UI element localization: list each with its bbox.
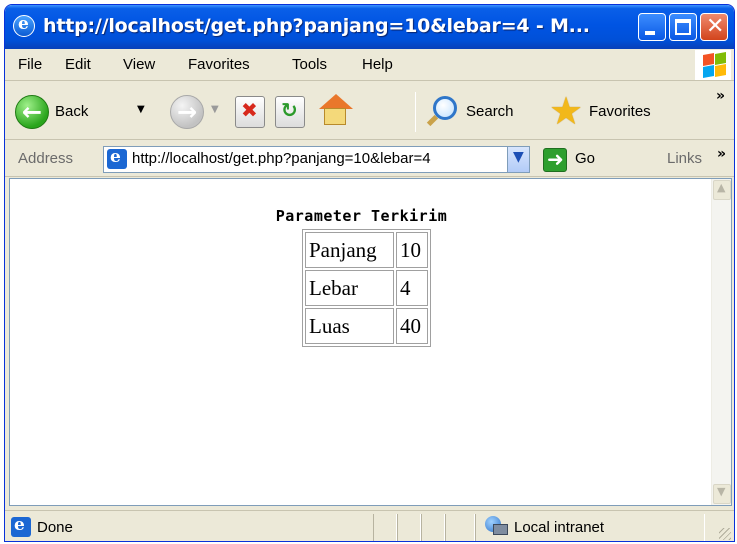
table-cell-value: 40 xyxy=(396,308,428,344)
table-row: Panjang 10 xyxy=(305,232,428,268)
scroll-down-button[interactable]: ▼ xyxy=(713,484,731,504)
status-pane xyxy=(445,514,475,541)
status-bar: e Done Local intranet xyxy=(5,510,734,541)
status-pane xyxy=(373,514,397,541)
go-arrow-icon: ➜ xyxy=(547,147,564,171)
stop-icon: ✖ xyxy=(241,98,258,122)
minimize-icon xyxy=(645,31,655,35)
content-viewport: Parameter Terkirim Panjang 10 Lebar 4 Lu… xyxy=(9,178,732,506)
back-button[interactable]: ← xyxy=(15,95,49,129)
close-button[interactable]: ✕ xyxy=(700,13,728,41)
refresh-icon: ↻ xyxy=(281,98,298,122)
menu-edit[interactable]: Edit xyxy=(65,56,91,73)
standard-toolbar: ← Back ▼ → ▼ ✖ ↻ Search ★ Favorites » xyxy=(5,82,734,140)
refresh-button[interactable]: ↻ xyxy=(275,96,305,128)
table-row: Lebar 4 xyxy=(305,270,428,306)
address-url[interactable]: http://localhost/get.php?panjang=10&leba… xyxy=(132,150,502,167)
back-dropdown-icon[interactable]: ▼ xyxy=(137,104,145,115)
local-intranet-icon xyxy=(485,516,509,538)
stop-button[interactable]: ✖ xyxy=(235,96,265,128)
links-overflow-icon[interactable]: » xyxy=(717,146,726,162)
scroll-up-button[interactable]: ▲ xyxy=(713,180,731,200)
address-input[interactable]: e http://localhost/get.php?panjang=10&le… xyxy=(103,146,530,173)
page-content: Parameter Terkirim Panjang 10 Lebar 4 Lu… xyxy=(10,179,713,505)
favorites-label[interactable]: Favorites xyxy=(589,103,651,120)
favorites-star-icon[interactable]: ★ xyxy=(549,91,589,131)
address-label: Address xyxy=(18,150,74,167)
page-ie-icon: e xyxy=(107,147,127,169)
chevron-down-icon: ▼ xyxy=(717,485,726,498)
search-button[interactable] xyxy=(425,94,461,130)
links-label[interactable]: Links xyxy=(667,150,702,167)
table-cell-value: 4 xyxy=(396,270,428,306)
search-icon xyxy=(433,96,457,120)
menu-help[interactable]: Help xyxy=(362,56,393,73)
address-dropdown-button[interactable]: ▼ xyxy=(507,147,529,172)
title-bar[interactable]: e http://localhost/get.php?panjang=10&le… xyxy=(5,5,734,49)
maximize-button[interactable] xyxy=(669,13,697,41)
table-cell-key: Lebar xyxy=(305,270,394,306)
minimize-button[interactable] xyxy=(638,13,666,41)
vertical-scrollbar[interactable]: ▲ ▼ xyxy=(711,179,731,505)
toolbar-separator xyxy=(415,92,416,132)
go-button[interactable]: ➜ xyxy=(543,147,567,172)
back-label[interactable]: Back xyxy=(55,103,88,120)
window-title: http://localhost/get.php?panjang=10&leba… xyxy=(43,15,590,37)
toolbar-overflow-icon[interactable]: » xyxy=(716,88,725,104)
table-cell-key: Panjang xyxy=(305,232,394,268)
search-label[interactable]: Search xyxy=(466,103,514,120)
page-status-icon: e xyxy=(11,515,31,537)
browser-window: e http://localhost/get.php?panjang=10&le… xyxy=(4,4,735,542)
forward-button[interactable]: → xyxy=(170,95,204,129)
status-text: Done xyxy=(37,519,73,536)
menu-tools[interactable]: Tools xyxy=(292,56,327,73)
menu-favorites[interactable]: Favorites xyxy=(188,56,250,73)
home-icon xyxy=(319,94,353,109)
address-bar: Address e http://localhost/get.php?panja… xyxy=(5,141,734,177)
maximize-icon xyxy=(675,19,691,35)
go-label[interactable]: Go xyxy=(575,150,595,167)
forward-arrow-icon: → xyxy=(177,98,198,126)
status-pane xyxy=(397,514,421,541)
menu-bar: File Edit View Favorites Tools Help xyxy=(5,49,734,81)
table-cell-value: 10 xyxy=(396,232,428,268)
forward-dropdown-icon[interactable]: ▼ xyxy=(211,104,219,115)
page-heading: Parameter Terkirim xyxy=(275,207,448,225)
chevron-up-icon: ▲ xyxy=(717,181,726,194)
menu-view[interactable]: View xyxy=(123,56,155,73)
table-row: Luas 40 xyxy=(305,308,428,344)
status-pane xyxy=(421,514,445,541)
windows-logo-icon xyxy=(695,50,731,80)
resize-grip-icon[interactable] xyxy=(719,528,731,540)
chevron-down-icon: ▼ xyxy=(513,149,524,165)
table-cell-key: Luas xyxy=(305,308,394,344)
close-icon: ✕ xyxy=(706,14,725,39)
home-button[interactable] xyxy=(318,94,353,128)
back-arrow-icon: ← xyxy=(22,98,43,126)
zone-text: Local intranet xyxy=(514,519,605,536)
parameter-table: Panjang 10 Lebar 4 Luas 40 xyxy=(302,229,431,347)
menu-file[interactable]: File xyxy=(18,56,42,73)
ie-icon: e xyxy=(13,14,35,37)
